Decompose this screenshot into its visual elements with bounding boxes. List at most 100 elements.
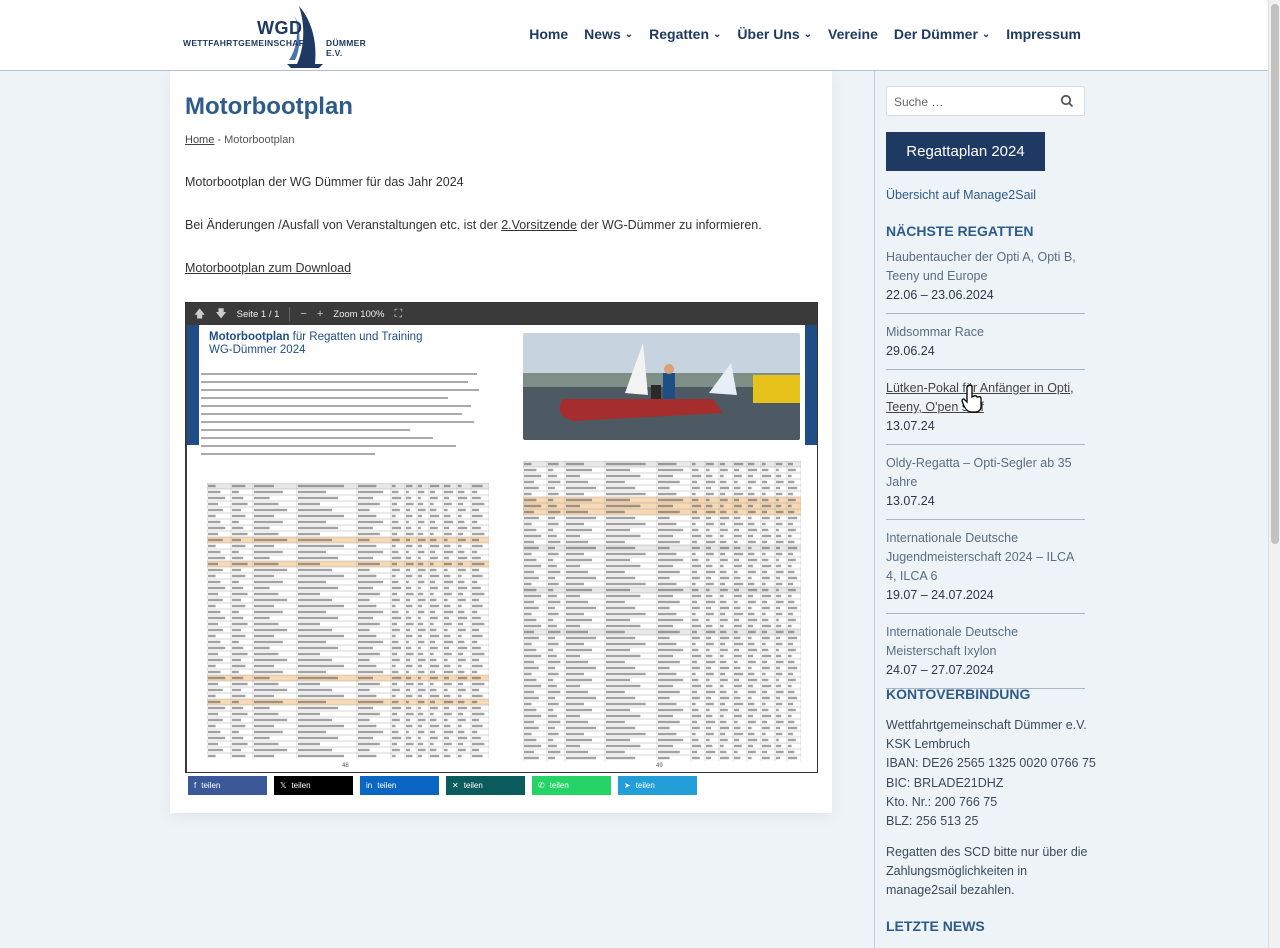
nav-impressum[interactable]: Impressum <box>998 26 1089 42</box>
table-cell-text <box>524 594 542 598</box>
table-cell-text <box>762 552 766 556</box>
page-scrollbar[interactable] <box>1268 0 1280 948</box>
nav-home[interactable]: Home <box>521 26 576 42</box>
table-cell-text <box>762 666 770 670</box>
table-cell-text <box>706 696 711 700</box>
pdf-page: Motorbootplan für Regatten und Training … <box>187 325 817 772</box>
table-cell-text <box>548 636 555 640</box>
arrow-down-icon[interactable]: 🡇 <box>215 305 226 324</box>
table-cell-text <box>392 502 397 506</box>
regatta-link[interactable]: Internationale Deutsche Meisterschaft Ix… <box>886 623 1085 661</box>
table-cell-text <box>392 484 396 488</box>
nav-der-duemmer[interactable]: Der Dümmer ⌄ <box>886 26 998 42</box>
share-telegram-button[interactable]: ➤ teilen <box>618 776 697 795</box>
table-cell-text <box>392 598 400 602</box>
search-icon[interactable] <box>1060 94 1074 108</box>
fullscreen-icon[interactable]: ⛶ <box>395 308 403 321</box>
table-cell-text <box>406 628 410 632</box>
table-cell-text <box>254 490 283 494</box>
regatta-link[interactable]: Haubentaucher der Opti A, Opti B, Teeny … <box>886 248 1085 286</box>
table-cell-text <box>418 562 424 566</box>
hand-cursor-icon <box>961 384 982 413</box>
nav-ueber-uns[interactable]: Über Uns ⌄ <box>729 26 820 42</box>
table-cell-text <box>524 474 542 478</box>
arrow-up-icon[interactable]: 🡅 <box>194 305 205 324</box>
table-cell-text <box>658 714 673 718</box>
table-cell-text <box>788 540 795 544</box>
share-x-button[interactable]: 𝕏teilen <box>274 776 353 795</box>
table-cell-text <box>430 640 435 644</box>
site-logo[interactable]: WGD WETTFAHRTGEMEINSCHAFT DÜMMER E.V. <box>183 4 383 68</box>
table-cell-text <box>472 754 483 758</box>
table-cell-text <box>748 540 756 544</box>
table-cell-text <box>748 528 758 532</box>
table-cell-text <box>658 702 677 706</box>
scrollbar-thumb[interactable] <box>1271 4 1279 544</box>
table-cell-text <box>606 738 630 742</box>
table-cell-text <box>298 682 320 686</box>
table-cell-text <box>298 610 326 614</box>
share-whatsapp-button[interactable]: ✆ teilen <box>532 776 611 795</box>
share-linkedin-button[interactable]: in teilen <box>360 776 439 795</box>
share-facebook-button[interactable]: f teilen <box>188 776 267 795</box>
table-cell-text <box>706 582 714 586</box>
table-cell-text <box>392 712 397 716</box>
table-cell-text <box>734 744 742 748</box>
table-cell-text <box>776 750 784 754</box>
table-cell-text <box>776 648 779 652</box>
table-cell-text <box>788 558 796 562</box>
table-cell-text <box>444 526 449 530</box>
table-cell-text <box>472 706 481 710</box>
table-cell-text <box>418 532 424 536</box>
regatta-link[interactable]: Midsommar Race <box>886 323 1085 342</box>
table-cell-text <box>444 496 449 500</box>
table-cell-text <box>406 526 412 530</box>
nav-regatten[interactable]: Regatten ⌄ <box>641 26 729 42</box>
table-cell-text <box>658 612 677 616</box>
table-cell-text <box>776 696 780 700</box>
table-cell-text <box>776 642 783 646</box>
table-cell-text <box>748 612 755 616</box>
table-cell-text <box>524 498 537 502</box>
nav-news[interactable]: News ⌄ <box>576 26 641 42</box>
table-cell-text <box>524 744 542 748</box>
table-cell-text <box>392 496 402 500</box>
table-cell-text <box>548 726 555 730</box>
table-cell-text <box>748 726 752 730</box>
table-cell-text <box>776 582 783 586</box>
table-cell-text <box>458 646 468 650</box>
manage2sail-link[interactable]: Übersicht auf Manage2Sail <box>886 188 1036 202</box>
zoom-out-icon[interactable]: − <box>300 308 306 320</box>
table-cell-text <box>720 726 730 730</box>
table-cell-text <box>208 628 223 632</box>
table-cell-text <box>706 534 713 538</box>
table-cell-text <box>406 532 414 536</box>
share-xing-button[interactable]: ✕ teilen <box>446 776 525 795</box>
search-input[interactable]: Suche … <box>894 95 943 109</box>
zoom-in-icon[interactable]: + <box>317 308 323 320</box>
download-link[interactable]: Motorbootplan zum Download <box>185 261 351 275</box>
nav-vereine[interactable]: Vereine <box>820 26 886 42</box>
table-cell-text <box>548 666 555 670</box>
table-cell-text <box>706 648 710 652</box>
table-cell-text <box>358 538 370 542</box>
table-cell-text <box>254 508 288 512</box>
table-cell-text <box>430 676 438 680</box>
table-cell-text <box>524 684 542 688</box>
table-cell-text <box>776 474 782 478</box>
table-cell-text <box>232 526 244 530</box>
table-cell-text <box>658 528 684 532</box>
regatta-link[interactable]: Lütken-Pokal für Anfänger in Opti, Teeny… <box>886 379 1085 417</box>
vorsitzende-link[interactable]: 2.Vorsitzende <box>501 218 577 232</box>
search-box[interactable]: Suche … <box>886 86 1085 116</box>
table-cell-text <box>298 712 320 716</box>
table-cell-text <box>458 682 463 686</box>
table-cell-text <box>524 738 537 742</box>
regatta-link[interactable]: Oldy-Regatta – Opti-Segler ab 35 Jahre <box>886 454 1085 492</box>
regatta-link[interactable]: Internationale Deutsche Jugendmeistersch… <box>886 529 1085 586</box>
regattaplan-button[interactable]: Regattaplan 2024 <box>886 132 1045 171</box>
table-cell-text <box>720 576 730 580</box>
breadcrumb-home-link[interactable]: Home <box>185 134 214 146</box>
table-cell-text <box>392 670 399 674</box>
table-cell-text <box>406 634 413 638</box>
